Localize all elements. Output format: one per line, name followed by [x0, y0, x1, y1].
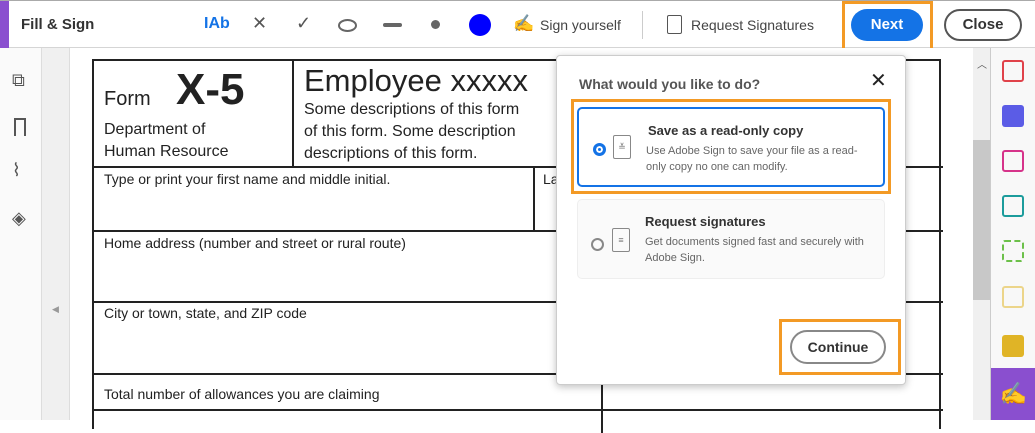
close-icon[interactable]: ✕ — [870, 68, 887, 93]
request-signatures-icon — [667, 15, 682, 34]
attachment-icon[interactable]: ⌇ — [12, 160, 21, 181]
layers-icon[interactable]: ◈ — [12, 208, 26, 229]
option-description: Use Adobe Sign to save your file as a re… — [646, 145, 858, 173]
divider — [533, 166, 535, 232]
organize-pages-icon[interactable] — [1002, 150, 1024, 172]
sign-yourself-button[interactable]: Sign yourself — [540, 17, 621, 33]
chevron-up-icon[interactable]: ︿ — [977, 56, 987, 71]
option-title: Save as a read-only copy — [648, 123, 804, 138]
combine-files-icon[interactable] — [1002, 105, 1024, 127]
action-dialog: What would you like to do? ✕ ≚ Save as a… — [556, 55, 906, 385]
form-description: of this form. Some description — [304, 123, 516, 140]
lock-document-icon: ≚ — [613, 135, 631, 159]
brand-strip — [0, 1, 9, 49]
comment-icon[interactable] — [1002, 335, 1024, 357]
city-field[interactable]: City or town, state, and ZIP code — [104, 305, 307, 321]
add-text-tool[interactable]: IAb — [204, 15, 230, 33]
close-button[interactable]: Close — [944, 9, 1022, 41]
compress-icon[interactable] — [1002, 240, 1024, 262]
form-description: descriptions of this form. — [304, 145, 478, 162]
form-label: Form — [104, 88, 151, 110]
allowances-field[interactable]: Total number of allowances you are claim… — [104, 386, 379, 402]
left-panel-collapse[interactable]: ◀ — [42, 48, 70, 420]
create-pdf-icon[interactable] — [1002, 60, 1024, 82]
option-title: Request signatures — [645, 214, 766, 229]
radio-selected[interactable] — [593, 143, 606, 156]
ellipse-tool[interactable] — [338, 19, 357, 32]
first-name-field[interactable]: Type or print your first name and middle… — [104, 171, 390, 187]
comment-doc-icon[interactable] — [1002, 286, 1024, 308]
color-picker[interactable] — [469, 14, 491, 36]
dot-tool[interactable] — [431, 20, 440, 29]
scrollbar-thumb[interactable] — [973, 140, 990, 300]
option-read-only-copy[interactable]: ≚ Save as a read-only copy Use Adobe Sig… — [577, 107, 885, 187]
department: Department of — [104, 121, 206, 138]
pages-icon[interactable]: ⧉ — [12, 70, 25, 91]
cross-tool[interactable]: ✕ — [252, 13, 267, 34]
dialog-heading: What would you like to do? — [579, 76, 761, 92]
form-description: Some descriptions of this form — [304, 101, 520, 118]
radio-unselected[interactable] — [591, 238, 604, 251]
fill-sign-icon[interactable]: ✍ — [991, 368, 1035, 420]
department-line2: Human Resource — [104, 143, 229, 160]
request-signatures-button[interactable]: Request Signatures — [691, 17, 814, 33]
form-title: Employee xxxxx — [304, 63, 528, 98]
divider — [292, 61, 294, 167]
line-tool[interactable] — [383, 23, 402, 27]
sign-icon: ✍ — [513, 14, 535, 33]
left-sidebar: ⧉ ⌇ ◈ — [0, 48, 42, 420]
option-description: Get documents signed fast and securely w… — [645, 236, 864, 264]
export-pdf-icon[interactable] — [1002, 195, 1024, 217]
divider — [642, 11, 643, 39]
continue-button[interactable]: Continue — [790, 330, 886, 364]
form-number: X-5 — [176, 65, 245, 114]
bookmark-icon[interactable] — [14, 118, 26, 136]
chevron-left-icon[interactable]: ◀ — [52, 304, 59, 315]
divider — [94, 409, 943, 411]
toolbar: Fill & Sign IAb ✕ ✓ ✍ Sign yourself Requ… — [0, 0, 1035, 51]
check-tool[interactable]: ✓ — [296, 13, 311, 34]
right-tools-panel: ✍ — [990, 48, 1035, 420]
signature-document-icon: ≡ — [612, 228, 630, 252]
next-button[interactable]: Next — [851, 9, 923, 41]
app-title: Fill & Sign — [21, 16, 95, 33]
address-field[interactable]: Home address (number and street or rural… — [104, 235, 406, 251]
option-request-signatures[interactable]: ≡ Request signatures Get documents signe… — [577, 199, 885, 279]
